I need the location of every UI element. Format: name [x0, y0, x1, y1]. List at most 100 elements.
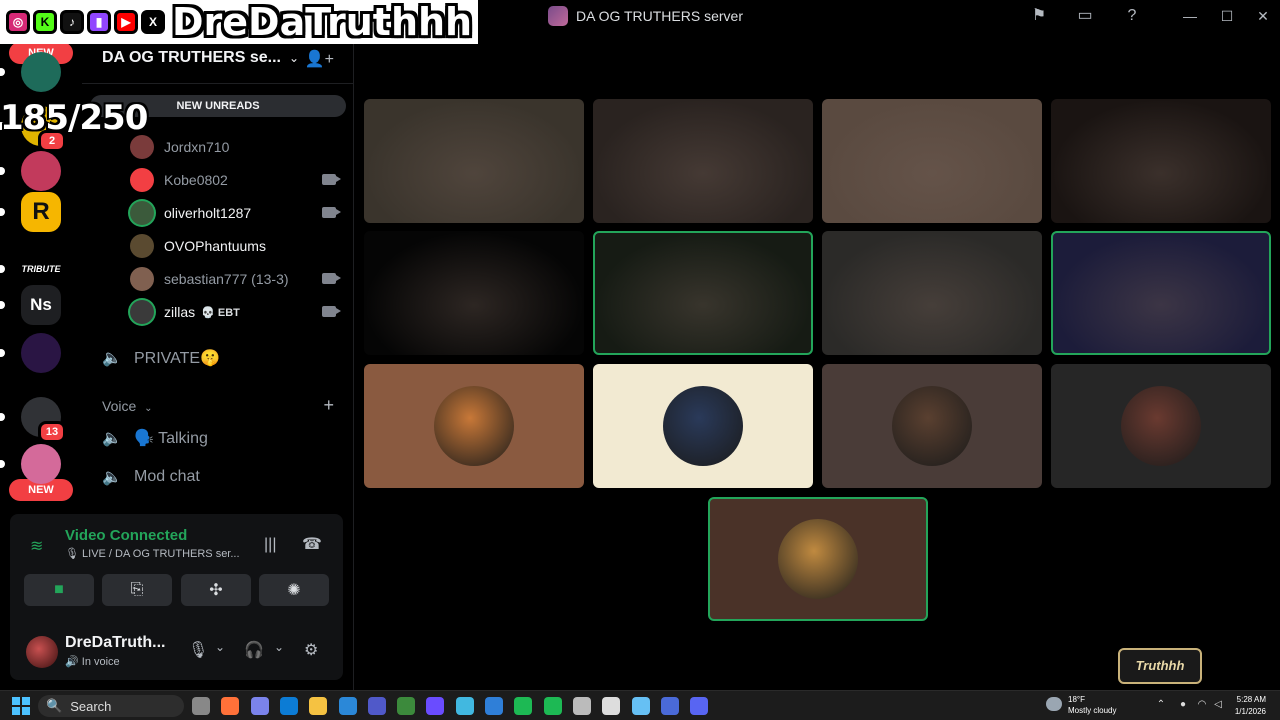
- video-tile[interactable]: [364, 231, 584, 355]
- taskbar-app-icon[interactable]: [221, 697, 240, 715]
- channel-private[interactable]: 🔈 PRIVATE🤫: [102, 343, 220, 373]
- guild-purple-face[interactable]: [21, 333, 61, 373]
- minimize-button[interactable]: —: [1178, 4, 1202, 28]
- video-tile[interactable]: [1051, 99, 1271, 223]
- user-tag: 💀 EBT: [201, 306, 240, 319]
- taskbar-app-icon[interactable]: [690, 697, 709, 715]
- voice-user[interactable]: Jordxn710: [130, 133, 340, 161]
- wifi-icon[interactable]: ◠: [1196, 699, 1208, 711]
- taskbar-app-icon[interactable]: [602, 697, 621, 715]
- taskbar-app-icon[interactable]: [543, 697, 562, 715]
- windows-start-icon[interactable]: [12, 697, 30, 715]
- taskbar-app-icon[interactable]: [338, 697, 357, 715]
- microphone-icon[interactable]: 🎙: [188, 640, 208, 660]
- invite-icon[interactable]: 👤+: [305, 49, 334, 69]
- search-label: Search: [70, 698, 112, 714]
- voice-category[interactable]: Voice ⌄ +: [102, 395, 334, 416]
- taskbar-app-icon[interactable]: [250, 697, 269, 715]
- channel-label: 🗣️ Talking: [134, 430, 208, 447]
- add-channel-icon[interactable]: +: [323, 395, 334, 416]
- voice-status[interactable]: Video Connected: [65, 527, 187, 544]
- voice-user[interactable]: Kobe0802: [130, 166, 341, 194]
- video-tile[interactable]: [708, 497, 928, 621]
- taskbar-clock[interactable]: 5:28 AM 1/1/2026: [1235, 694, 1266, 718]
- guild-pink-face[interactable]: [21, 151, 61, 191]
- taskbar-app-icon[interactable]: [660, 697, 679, 715]
- category-label: Voice: [102, 398, 137, 414]
- avatar: [130, 201, 154, 225]
- signal-icon[interactable]: ≋: [30, 536, 50, 556]
- chevron-down-icon: ⌄: [288, 50, 300, 65]
- user-status: 🔊 In voice: [65, 656, 120, 668]
- screenshare-button[interactable]: ⎘: [102, 574, 172, 606]
- maximize-button[interactable]: ☐: [1215, 4, 1239, 28]
- voice-user[interactable]: zillas 💀 EBT: [130, 298, 341, 326]
- flag-icon[interactable]: ⚑: [1029, 6, 1049, 26]
- soundboard-button[interactable]: ✺: [259, 574, 329, 606]
- video-tile[interactable]: [1051, 231, 1271, 355]
- taskbar-app-icon[interactable]: [192, 697, 210, 715]
- video-tile[interactable]: [593, 231, 813, 355]
- taskbar-app-icon[interactable]: [426, 697, 445, 715]
- taskbar-app-icon[interactable]: [279, 697, 298, 715]
- channel-talking[interactable]: 🔈 🗣️ Talking: [102, 423, 208, 453]
- video-tile[interactable]: [364, 99, 584, 223]
- video-tile[interactable]: [593, 99, 813, 223]
- volume-icon[interactable]: ◁: [1212, 699, 1224, 711]
- voice-user[interactable]: OVOPhantuums: [130, 232, 340, 260]
- taskbar-app-icon[interactable]: [572, 697, 591, 715]
- taskbar-app-icon[interactable]: [514, 697, 533, 715]
- activities-button[interactable]: ✣: [181, 574, 251, 606]
- video-tile[interactable]: [822, 364, 1042, 488]
- guild-label: Ns: [30, 295, 52, 314]
- streamer-name: DreDaTruthhh: [172, 0, 473, 44]
- video-feed: [822, 99, 1042, 223]
- video-tile[interactable]: [822, 231, 1042, 355]
- camera-button[interactable]: ■: [24, 574, 94, 606]
- chevron-down-icon[interactable]: ⌄: [215, 640, 225, 654]
- voice-user[interactable]: sebastian777 (13-3): [130, 265, 341, 293]
- avatar[interactable]: [26, 636, 58, 668]
- video-tile[interactable]: [593, 364, 813, 488]
- chevron-down-icon: ⌄: [144, 403, 153, 414]
- close-button[interactable]: ✕: [1251, 4, 1275, 28]
- video-tile[interactable]: [1051, 364, 1271, 488]
- video-camera-icon: [322, 306, 341, 317]
- avatar: [130, 234, 154, 258]
- user-name[interactable]: DreDaTruth...: [65, 634, 165, 652]
- voice-user-name: sebastian777 (13-3): [164, 271, 289, 287]
- chevron-up-icon[interactable]: ⌃: [1155, 699, 1167, 711]
- inbox-icon[interactable]: ▭: [1075, 6, 1095, 26]
- guild-ns[interactable]: Ns: [21, 285, 61, 325]
- chevron-down-icon[interactable]: ⌄: [274, 640, 284, 654]
- taskbar-app-icon[interactable]: [631, 697, 650, 715]
- voice-user-name: OVOPhantuums: [164, 238, 266, 254]
- gear-icon[interactable]: ⚙: [304, 640, 318, 660]
- voice-user-name: Jordxn710: [164, 139, 230, 155]
- video-tile[interactable]: [364, 364, 584, 488]
- follower-counter: 185/250: [0, 98, 148, 138]
- avatar: [892, 386, 972, 466]
- voice-channel-link[interactable]: 🎙 LIVE / DA OG TRUTHERS ser...: [65, 547, 245, 560]
- help-icon[interactable]: ?: [1122, 6, 1142, 26]
- taskbar-app-icon[interactable]: [367, 697, 386, 715]
- unread-pill: [0, 208, 5, 216]
- guild-rockstar[interactable]: R: [21, 192, 61, 232]
- taskbar-app-icon[interactable]: [397, 697, 416, 715]
- channel-mod-chat[interactable]: 🔈 Mod chat: [102, 462, 200, 492]
- guild-party[interactable]: [21, 52, 61, 92]
- soundboard-icon[interactable]: |||: [264, 536, 276, 554]
- taskbar-app-icon[interactable]: [455, 697, 474, 715]
- video-tile[interactable]: [822, 99, 1042, 223]
- taskbar-search[interactable]: 🔍 Search: [38, 695, 184, 717]
- taskbar-app-icon[interactable]: [309, 697, 328, 715]
- unread-pill: [0, 68, 5, 76]
- guild-tribute[interactable]: TRIBUTE: [21, 249, 61, 289]
- headphones-icon[interactable]: 🎧: [244, 640, 264, 660]
- avatar: [1121, 386, 1201, 466]
- guild-pink[interactable]: [21, 444, 61, 484]
- disconnect-icon[interactable]: ☎: [302, 534, 322, 554]
- mic-tray-icon[interactable]: ●: [1177, 699, 1189, 711]
- taskbar-app-icon[interactable]: [485, 697, 503, 715]
- voice-user[interactable]: oliverholt1287: [130, 199, 341, 227]
